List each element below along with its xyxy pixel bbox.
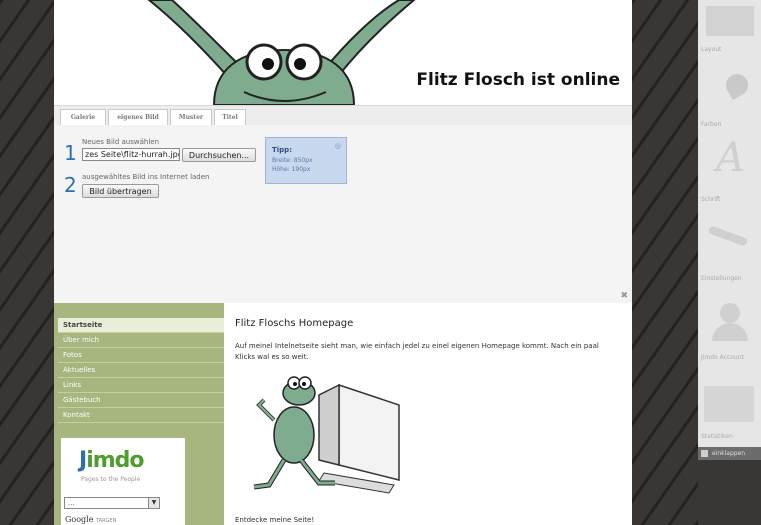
sidebar: Startseite Über mich Fotos Aktuelles Lin… bbox=[54, 303, 224, 525]
close-icon[interactable]: ✖ bbox=[620, 291, 628, 301]
main-content: Flitz Floschs Homepage Auf meinel Inteln… bbox=[224, 303, 632, 525]
font-icon: A bbox=[716, 135, 745, 181]
tab-eigenes-bild[interactable]: eigenes Bild bbox=[108, 109, 168, 125]
left-background bbox=[0, 0, 54, 525]
panel-label-account: Jimdo Account bbox=[701, 354, 744, 361]
right-background bbox=[632, 0, 698, 525]
tab-titel[interactable]: Titel bbox=[214, 109, 246, 125]
step-2-number: 2 bbox=[64, 173, 77, 197]
tip-title: Tipp: bbox=[272, 146, 292, 154]
editor-tabs: Galerie eigenes Bild Muster Titel bbox=[54, 105, 632, 126]
wrench-icon bbox=[707, 225, 749, 247]
upload-button[interactable]: Bild übertragen bbox=[82, 184, 159, 198]
stripe-pattern bbox=[0, 0, 54, 525]
panel-item-einstellungen[interactable]: Einstellungen bbox=[698, 210, 761, 285]
panel-item-statistiken[interactable]: Statistiken bbox=[698, 368, 761, 443]
nav-item-ueber-mich[interactable]: Über mich bbox=[58, 333, 224, 348]
panel-item-farben[interactable]: Farben bbox=[698, 56, 761, 131]
collapse-icon bbox=[701, 450, 708, 457]
panel-label-layout: Layout bbox=[701, 46, 722, 53]
stripe-pattern bbox=[632, 0, 698, 525]
tip-width: Breite: 850px bbox=[272, 157, 313, 164]
header-title: Flitz Flosch ist online bbox=[416, 70, 620, 90]
website-page: Flitz Flosch ist online Galerie eigenes … bbox=[54, 0, 632, 525]
content-footer-text: Entdecke meine Seite! bbox=[235, 516, 315, 524]
content-text: Auf meinel Intelnetseite sieht man, wie … bbox=[235, 342, 599, 361]
panel-label-farben: Farben bbox=[701, 121, 722, 128]
panel-item-account[interactable]: Jimdo Account bbox=[698, 289, 761, 364]
collapse-label: einklappen bbox=[712, 450, 746, 457]
header[interactable]: Flitz Flosch ist online bbox=[54, 0, 632, 106]
jimdo-tagline: Pages to the People bbox=[81, 476, 141, 483]
tip-box: ◎ Tipp: Breite: 850px Höhe: 190px bbox=[265, 137, 347, 184]
image-upload-panel: 1 Neues Bild auswählen zes Seite\flitz-h… bbox=[54, 125, 632, 303]
content-title: Flitz Floschs Homepage bbox=[235, 318, 354, 329]
nav-item-links[interactable]: Links bbox=[58, 378, 224, 393]
jimdo-select[interactable]: ... ▼ bbox=[64, 497, 160, 509]
select-value: ... bbox=[68, 499, 75, 507]
user-icon-body bbox=[712, 323, 748, 341]
panel-label-statistiken: Statistiken bbox=[701, 433, 733, 440]
brush-icon bbox=[721, 69, 753, 101]
jimdo-logo[interactable]: Jimdo bbox=[79, 448, 145, 473]
nav-item-gaestebuch[interactable]: Gästebuch bbox=[58, 393, 224, 408]
step-2-label: ausgewähltes Bild ins Internet laden bbox=[82, 173, 210, 181]
nav-item-kontakt[interactable]: Kontakt bbox=[58, 408, 224, 423]
panel-bottom-background bbox=[698, 460, 761, 525]
tab-muster[interactable]: Muster bbox=[170, 109, 212, 125]
nav-item-fotos[interactable]: Fotos bbox=[58, 348, 224, 363]
help-icon[interactable]: ◎ bbox=[335, 142, 341, 150]
chevron-down-icon[interactable]: ▼ bbox=[148, 498, 159, 508]
jimdo-box: Jimdo Pages to the People ... ▼ Google T… bbox=[61, 438, 185, 525]
panel-label-einstellungen: Einstellungen bbox=[701, 275, 742, 282]
google-search-label: Google TARGEN bbox=[65, 515, 117, 524]
nav-item-aktuelles[interactable]: Aktuelles bbox=[58, 363, 224, 378]
step-1-label: Neues Bild auswählen bbox=[82, 138, 160, 146]
tip-height: Höhe: 190px bbox=[272, 166, 311, 173]
layout-icon bbox=[706, 6, 754, 36]
browse-button[interactable]: Durchsuchen... bbox=[182, 148, 256, 162]
statistics-icon bbox=[704, 386, 754, 422]
user-icon bbox=[720, 303, 740, 323]
admin-panel: Layout Farben A Schrift Einstellungen Ji… bbox=[698, 0, 761, 525]
step-1-number: 1 bbox=[64, 141, 77, 165]
file-path-input[interactable]: zes Seite\flitz-hurrah.jpg bbox=[82, 148, 180, 161]
nav-item-startseite[interactable]: Startseite bbox=[58, 318, 224, 333]
panel-item-schrift[interactable]: A Schrift bbox=[698, 131, 761, 206]
panel-label-schrift: Schrift bbox=[701, 196, 721, 203]
frog-computer-image bbox=[253, 376, 400, 494]
collapse-button[interactable]: einklappen bbox=[698, 447, 761, 460]
tab-galerie[interactable]: Galerie bbox=[60, 109, 106, 125]
